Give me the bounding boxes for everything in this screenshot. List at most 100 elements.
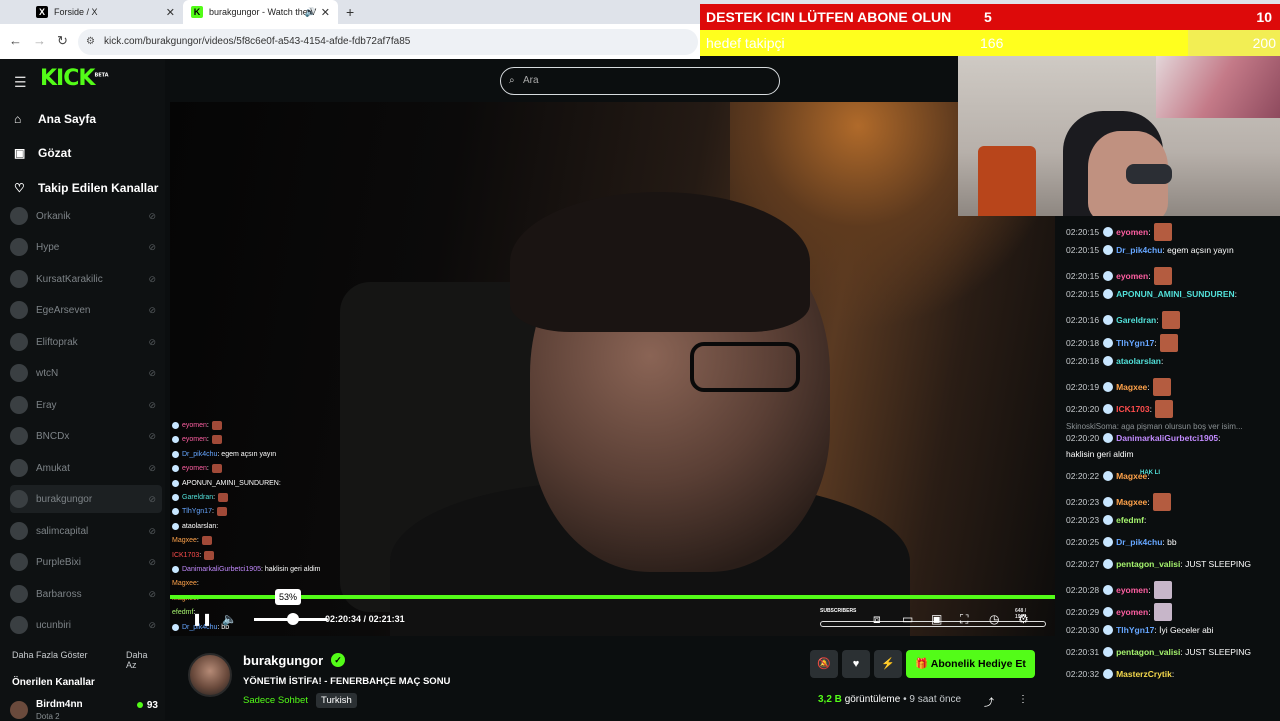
overlay-chat-line: Gareldran: [172,490,352,504]
clip-icon[interactable]: ⧈ [873,612,881,627]
category-link[interactable]: Sadece Sohbet [243,695,308,706]
gift-subscription-button[interactable]: 🎁 Abonelik Hediye Et [906,650,1035,678]
chat-text: : bb [1162,537,1177,547]
nav-label: Takip Edilen Kanallar [38,181,159,195]
sidebar-channel[interactable]: wtcN ⊘ [10,359,162,387]
webcam-tv [1156,56,1280,118]
chat-username[interactable]: TlhYgn17 [1116,338,1154,348]
goal-label: DESTEK ICIN LÜTFEN ABONE OLUN [706,9,952,25]
suggested-channel[interactable]: Birdm4nn Dota 2 93 [10,697,162,721]
chat-username[interactable]: ataolarslan [1116,356,1161,366]
video-progress-bar[interactable] [170,595,1055,599]
badge-icon [1103,404,1114,414]
nav-home[interactable]: ⌂ Ana Sayfa [14,107,96,131]
menu-icon[interactable]: ☰ [14,74,27,91]
boost-button[interactable]: ⚡ [874,650,902,678]
sidebar-channel[interactable]: ucunbiri ⊘ [10,611,162,639]
chat-username[interactable]: pentagon_valisi [1116,647,1180,657]
chat-message: 02:20:32 MasterzCrytik: [1066,669,1280,679]
speed-icon[interactable]: ◷ [989,612,999,626]
chat-username[interactable]: eyomen [1116,607,1148,617]
language-tag[interactable]: Turkish [316,693,357,708]
volume-slider[interactable] [254,613,328,625]
chat-message: 02:20:20 DanimarkaliGurbetci1905: [1066,433,1280,443]
subscriber-bar-overlay: SUBSCRIBERS 648 / 1907 [820,608,1046,627]
avatar [10,301,28,319]
close-tab-icon[interactable]: ✕ [321,6,330,19]
nav-browse[interactable]: ▣ Gözat [14,141,71,165]
volume-knob[interactable] [287,613,300,625]
sidebar-channel[interactable]: KursatKarakilic ⊘ [10,265,162,293]
chat-username[interactable]: eyomen [1116,585,1148,595]
fullscreen-icon[interactable]: ⛶ [960,612,968,627]
overlay-chat-line: APONUN_AMINI_SUNDUREN: [172,476,352,490]
sidebar-channel[interactable]: Amukat ⊘ [10,454,162,482]
chat-username[interactable]: eyomen [1116,227,1148,237]
video-person-glasses [690,342,800,392]
reload-icon[interactable]: ↻ [57,33,68,49]
sidebar-channel[interactable]: Hype ⊘ [10,233,162,261]
channel-name: Birdm4nn [36,699,83,710]
chat-username[interactable]: eyomen [1116,271,1148,281]
url-field[interactable]: ⚙ kick.com/burakgungor/videos/5f8c6e0f-a… [78,29,698,55]
chat-username[interactable]: Magxee [1116,497,1147,507]
emote-icon [1153,267,1172,285]
nav-following[interactable]: ♡ Takip Edilen Kanallar [14,176,158,200]
follow-button[interactable]: ♥ [842,650,870,678]
sidebar-channel[interactable]: Barbaross ⊘ [10,580,162,608]
chat-username[interactable]: pentagon_valisi [1116,559,1180,569]
share-icon[interactable]: ⤴ [984,694,994,709]
channel-avatar[interactable] [188,653,232,697]
more-options-icon[interactable]: ⋮ [1018,694,1028,705]
sidebar-channel[interactable]: salimcapital ⊘ [10,517,162,545]
chat-username[interactable]: Dr_pik4chu [1116,245,1162,255]
pause-icon[interactable]: ❚❚ [192,612,212,626]
theater-icon[interactable]: ▭ [902,612,913,626]
sidebar-channel[interactable]: Elif­toprak ⊘ [10,328,162,356]
chat-username[interactable]: APONUN_AMINI_SUNDUREN [1116,289,1235,299]
kick-logo[interactable]: KICKBETA [40,66,109,91]
sidebar-channel[interactable]: BNCDx ⊘ [10,422,162,450]
close-tab-icon[interactable]: ✕ [166,6,175,19]
chat-message: haklisin geri aldim [1066,449,1280,459]
chat-message: 02:20:19 Magxee: [1066,378,1280,396]
show-less-link[interactable]: Daha Az [126,650,160,670]
show-more-link[interactable]: Daha Fazla Göster [12,650,88,660]
sidebar-channel[interactable]: Eray ⊘ [10,391,162,419]
chat-username[interactable]: efedmf [1116,515,1144,525]
speaker-icon[interactable]: 🔊 [305,7,316,18]
new-tab-button[interactable]: + [346,4,354,20]
chat-text: : [1143,515,1147,525]
back-icon[interactable]: ← [9,33,22,48]
notifications-off-button[interactable]: 🔕 [810,650,838,678]
site-info-icon[interactable]: ⚙ [86,29,95,55]
volume-icon[interactable]: 🔈 [222,612,237,626]
goal-target: 10 [1256,9,1272,25]
nav-label: Ana Sayfa [38,112,97,126]
chat-username[interactable]: Gareldran [1116,315,1156,325]
chat-username[interactable]: MasterzCrytik [1116,669,1172,679]
chat-username[interactable]: DanimarkaliGurbetci1905 [1116,433,1218,443]
pip-icon[interactable]: ▣ [931,612,942,626]
badge-icon [1103,559,1114,569]
chat-username[interactable]: TlhYgn17 [1116,625,1154,635]
sidebar-channel-active[interactable]: burakgungor ⊘ [10,485,162,513]
search-input[interactable]: ⌕ Ara [500,67,780,95]
chat-username[interactable]: ICK1703 [1116,404,1150,414]
forward-icon[interactable]: → [33,33,46,48]
chat-username[interactable]: Dr_pik4chu [1116,537,1162,547]
sidebar-channel[interactable]: EgeArseven ⊘ [10,296,162,324]
heart-icon: ♥ [852,658,860,670]
sidebar-channel[interactable]: PurpleBixi ⊘ [10,548,162,576]
badge-icon [1103,356,1114,366]
sidebar-channel[interactable]: Orkanik ⊘ [10,202,162,230]
chat-username[interactable]: Magxee [1116,382,1147,392]
browser-tab-x[interactable]: X Forside / X ✕ [28,0,183,24]
browser-tab-kick[interactable]: K burakgungor - Watch the V 🔊 ✕ [183,0,338,24]
emote-icon [1153,603,1172,621]
overlay-chat-line: Magxee: [172,534,352,548]
settings-icon[interactable]: ⚙ [1018,612,1029,626]
chat-message: 02:20:22 Magxee: [1066,471,1280,481]
emote-icon [1153,223,1172,241]
channel-name[interactable]: burakgungor [243,653,323,668]
